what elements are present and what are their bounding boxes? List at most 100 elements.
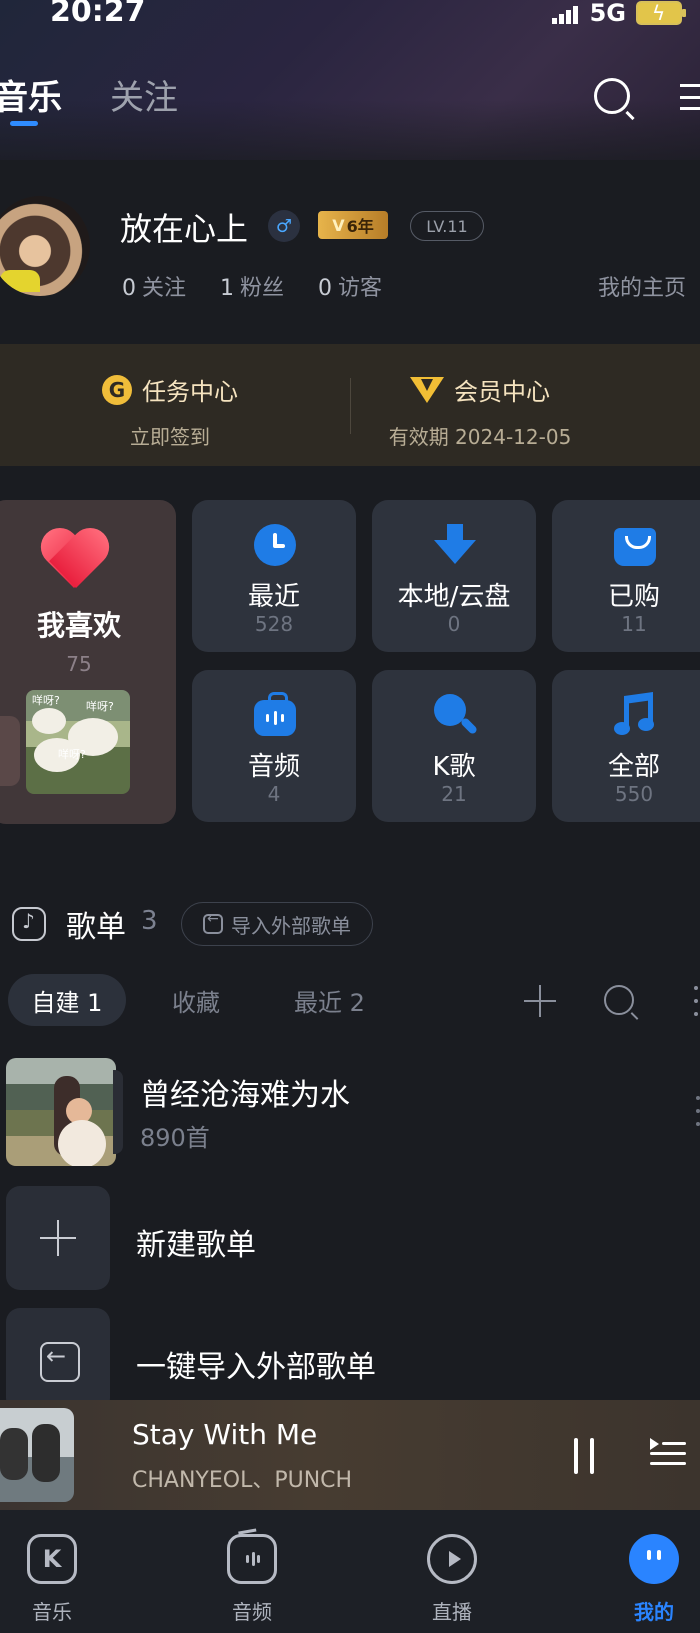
playlist-count: 890首 bbox=[140, 1124, 210, 1152]
library-recent-count: 528 bbox=[254, 612, 294, 636]
status-bar-right: 5G ϟ bbox=[551, 0, 686, 27]
my-homepage-link[interactable]: 我的主页 bbox=[598, 270, 686, 302]
plus-icon[interactable] bbox=[6, 1186, 110, 1290]
library-recent[interactable]: 最近 528 bbox=[192, 500, 356, 652]
g-coin-icon: G bbox=[102, 374, 132, 405]
profile-stats: 0 关注 1 粉丝 0 访客 bbox=[122, 270, 382, 302]
nav-audio-label: 音频 bbox=[232, 1600, 272, 1624]
status-time: 20:27 bbox=[50, 0, 146, 29]
vip-diamond-icon bbox=[410, 376, 444, 403]
favorite-count: 75 bbox=[66, 652, 92, 676]
vip-center-button[interactable]: 会员中心 有效期 2024-12-05 bbox=[330, 372, 630, 450]
nav-live-label: 直播 bbox=[432, 1600, 472, 1624]
cover-stack bbox=[113, 1070, 123, 1154]
library-audio-count: 4 bbox=[267, 782, 281, 806]
library-karaoke[interactable]: K歌 21 bbox=[372, 670, 536, 822]
nav-audio[interactable]: 音频 bbox=[202, 1534, 302, 1628]
signal-icon bbox=[551, 2, 580, 24]
playlists-count: 3 bbox=[141, 906, 158, 936]
song-artist[interactable]: CHANYEOL、PUNCH bbox=[132, 1462, 352, 1494]
library-all[interactable]: 全部 550 bbox=[552, 670, 700, 822]
tab-collected[interactable]: 收藏 bbox=[172, 974, 220, 1026]
sheep-caption-1: 咩呀? bbox=[32, 694, 60, 707]
playlist-icon bbox=[12, 907, 46, 941]
heart-icon bbox=[38, 530, 110, 590]
vip-center-subtitle: 有效期 2024-12-05 bbox=[388, 425, 572, 449]
mini-player[interactable]: Stay With Me CHANYEOL、PUNCH bbox=[0, 1400, 700, 1510]
username[interactable]: 放在心上 bbox=[120, 204, 248, 250]
add-playlist-icon[interactable] bbox=[524, 985, 556, 1017]
charging-bolt-icon: ϟ bbox=[652, 1, 666, 25]
library-purchased[interactable]: 已购 11 bbox=[552, 500, 700, 652]
playlist-cover[interactable] bbox=[6, 1058, 116, 1166]
shopping-bag-icon bbox=[614, 528, 656, 566]
audio-icon bbox=[227, 1534, 277, 1584]
menu-icon[interactable] bbox=[680, 84, 700, 110]
download-icon bbox=[434, 524, 476, 566]
vip-v-icon: V bbox=[332, 215, 345, 235]
bottom-navigation: K 音乐 音频 直播 我的 bbox=[0, 1510, 700, 1633]
task-center-title: 任务中心 bbox=[142, 378, 238, 406]
clock-icon bbox=[254, 524, 296, 566]
import-external-playlist-button[interactable]: 导入外部歌单 bbox=[181, 902, 373, 946]
tab-music[interactable]: 音乐 bbox=[0, 70, 62, 119]
library-audio-label: 音频 bbox=[247, 752, 300, 782]
tab-follow[interactable]: 关注 bbox=[110, 70, 178, 119]
album-art[interactable] bbox=[0, 1408, 106, 1504]
library-karaoke-count: 21 bbox=[441, 782, 467, 806]
active-tab-indicator bbox=[10, 121, 38, 126]
library-all-label: 全部 bbox=[607, 752, 660, 782]
k-icon: K bbox=[27, 1534, 77, 1584]
profile-icon bbox=[629, 1534, 679, 1584]
search-mic-icon bbox=[434, 694, 476, 736]
album-cover bbox=[0, 1408, 74, 1502]
playlist-name[interactable]: 曾经沧海难为水 bbox=[140, 1070, 350, 1114]
playlists-title: 歌单 bbox=[66, 910, 126, 945]
song-title[interactable]: Stay With Me bbox=[132, 1418, 317, 1451]
library-local-label: 本地/云盘 bbox=[397, 582, 511, 612]
favorite-card[interactable]: 我喜欢 75 咩呀? 咩呀? 咩呀? bbox=[0, 500, 176, 824]
favorite-cover-image: 咩呀? 咩呀? 咩呀? bbox=[26, 690, 130, 794]
playlist-search-icon[interactable] bbox=[604, 985, 634, 1015]
nav-mine[interactable]: 我的 bbox=[604, 1534, 700, 1628]
library-audio[interactable]: 音频 4 bbox=[192, 670, 356, 822]
playlist-more-icon[interactable] bbox=[696, 1096, 700, 1126]
network-label: 5G bbox=[589, 0, 626, 27]
new-playlist-label[interactable]: 新建歌单 bbox=[136, 1220, 256, 1264]
task-center-button[interactable]: G 任务中心 立即签到 bbox=[20, 372, 320, 450]
vip-years: 6年 bbox=[346, 217, 374, 236]
play-icon bbox=[427, 1534, 477, 1584]
tab-created[interactable]: 自建 1 bbox=[8, 974, 126, 1026]
pause-icon[interactable] bbox=[571, 1438, 597, 1474]
header-fade bbox=[0, 100, 700, 180]
tab-recent[interactable]: 最近 2 bbox=[294, 974, 365, 1026]
task-center-subtitle: 立即签到 bbox=[130, 425, 210, 449]
library-recent-label: 最近 bbox=[247, 582, 300, 612]
vip-center-title: 会员中心 bbox=[454, 378, 550, 406]
music-note-icon bbox=[614, 691, 656, 736]
avatar[interactable] bbox=[0, 196, 90, 296]
sheep-caption-3: 咩呀? bbox=[58, 748, 86, 761]
vip-badge[interactable]: V 6年 bbox=[318, 211, 388, 239]
nav-music[interactable]: K 音乐 bbox=[2, 1534, 102, 1628]
import-icon[interactable] bbox=[6, 1308, 110, 1412]
library-local-cloud[interactable]: 本地/云盘 0 bbox=[372, 500, 536, 652]
search-icon[interactable] bbox=[594, 78, 630, 114]
library-purchased-count: 11 bbox=[621, 612, 647, 636]
library-local-count: 0 bbox=[447, 612, 461, 636]
more-options-icon[interactable] bbox=[694, 986, 698, 1016]
visitors-stat[interactable]: 0 访客 bbox=[318, 270, 382, 302]
queue-icon[interactable] bbox=[650, 1438, 686, 1468]
library-karaoke-label: K歌 bbox=[432, 752, 476, 782]
level-badge[interactable]: LV.11 bbox=[410, 211, 484, 241]
favorite-label: 我喜欢 bbox=[36, 609, 121, 642]
library-all-count: 550 bbox=[614, 782, 654, 806]
nav-live[interactable]: 直播 bbox=[402, 1534, 502, 1628]
battery-icon: ϟ bbox=[636, 1, 686, 25]
favorite-image-shadow bbox=[0, 716, 20, 786]
audio-icon bbox=[254, 692, 296, 736]
import-playlist-label[interactable]: 一键导入外部歌单 bbox=[136, 1342, 376, 1386]
following-stat[interactable]: 0 关注 bbox=[122, 270, 186, 302]
sheep-caption-2: 咩呀? bbox=[86, 700, 114, 713]
followers-stat[interactable]: 1 粉丝 bbox=[220, 270, 284, 302]
